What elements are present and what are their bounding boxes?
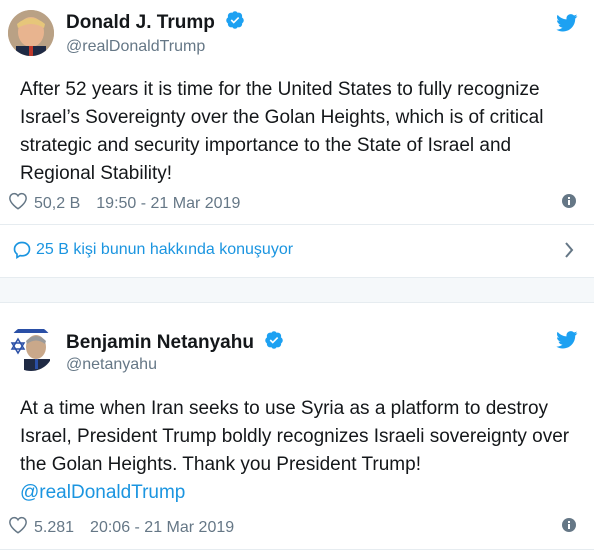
author-name[interactable]: Donald J. Trump <box>66 10 245 36</box>
comment-icon <box>12 240 32 265</box>
avatar-trump[interactable] <box>8 10 54 56</box>
verified-badge-icon <box>225 10 245 36</box>
like-count[interactable]: 50,2 B <box>34 195 80 213</box>
tweet-meta: 50,2 B 19:50 - 21 Mar 2019 <box>8 192 240 215</box>
tweet-text: After 52 years it is time for the United… <box>20 79 544 184</box>
heart-icon[interactable] <box>8 192 28 215</box>
tweet-trump: Donald J. Trump @realDonaldTrump After 5… <box>0 0 594 225</box>
tweet-meta: 5.281 20:06 - 21 Mar 2019 <box>8 516 234 539</box>
timestamp[interactable]: 20:06 - 21 Mar 2019 <box>90 519 234 537</box>
timestamp[interactable]: 19:50 - 21 Mar 2019 <box>96 195 240 213</box>
author-name-text[interactable]: Benjamin Netanyahu <box>66 332 254 353</box>
heart-icon[interactable] <box>8 516 28 539</box>
conversation-label[interactable]: 25 B kişi bunun hakkında konuşuyor <box>36 241 293 259</box>
mention-link[interactable]: @realDonaldTrump <box>20 479 570 507</box>
info-icon[interactable] <box>562 518 576 537</box>
chevron-right-icon[interactable] <box>564 241 574 264</box>
twitter-bird-icon[interactable] <box>556 14 578 37</box>
twitter-bird-icon[interactable] <box>556 331 578 354</box>
author-handle[interactable]: @netanyahu <box>66 356 157 374</box>
tweet-separator <box>0 278 594 303</box>
info-icon[interactable] <box>562 194 576 213</box>
author-handle[interactable]: @realDonaldTrump <box>66 38 205 56</box>
author-name-text[interactable]: Donald J. Trump <box>66 12 215 33</box>
tweet-body: At a time when Iran seeks to use Syria a… <box>20 398 570 475</box>
like-count[interactable]: 5.281 <box>34 519 74 537</box>
avatar-netanyahu[interactable] <box>8 325 54 371</box>
conversation-link[interactable]: 25 B kişi bunun hakkında konuşuyor <box>0 225 594 278</box>
verified-badge-icon <box>264 330 284 356</box>
author-name[interactable]: Benjamin Netanyahu <box>66 330 284 356</box>
tweet-text: At a time when Iran seeks to use Syria a… <box>20 395 570 507</box>
tweet-netanyahu: Benjamin Netanyahu @netanyahu At a time … <box>0 303 594 550</box>
